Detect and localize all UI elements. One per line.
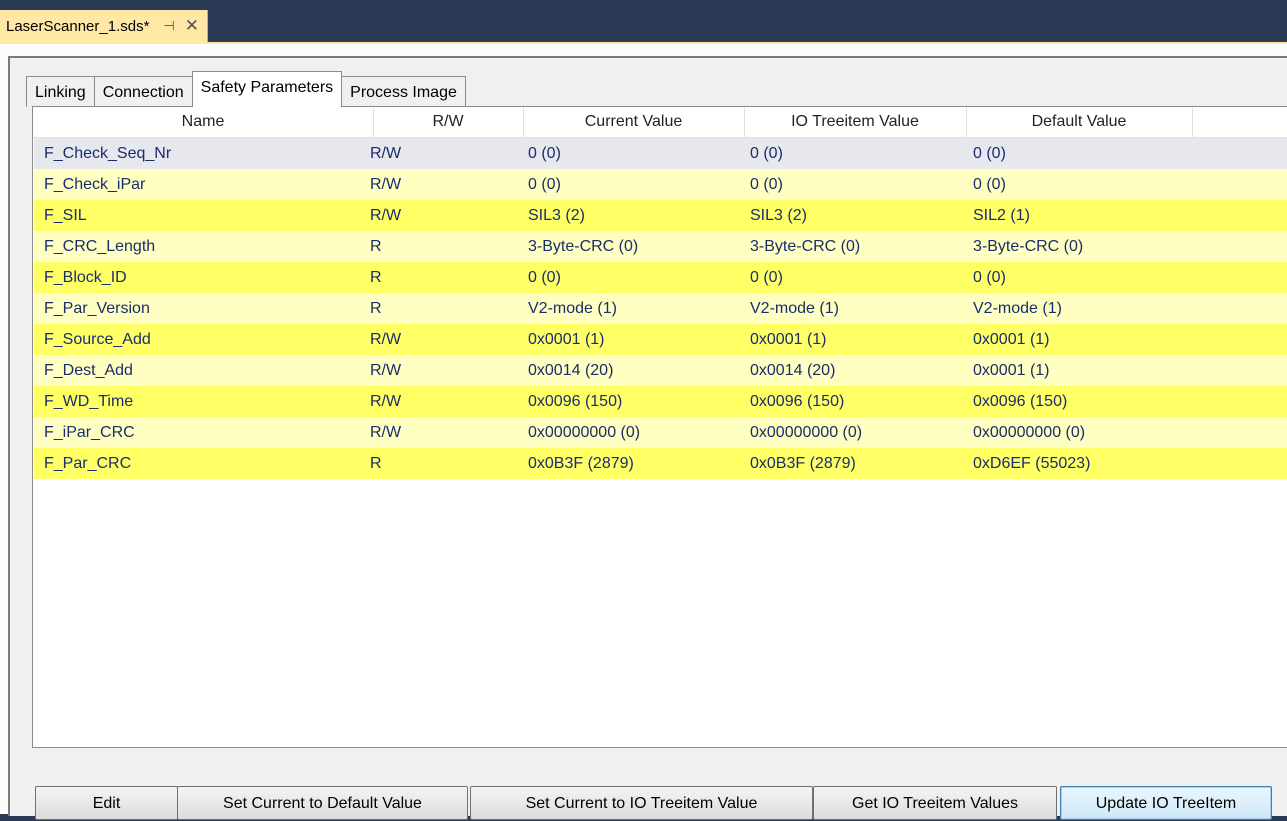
cell-current-value: SIL3 (2) <box>528 207 585 224</box>
edit-button[interactable]: Edit <box>35 786 178 820</box>
update-io-treeitem-button[interactable]: Update IO TreeItem <box>1060 786 1272 820</box>
tab-safety-parameters[interactable]: Safety Parameters <box>191 71 343 107</box>
table-row[interactable]: F_Source_Add R/W 0x0001 (1) 0x0001 (1) 0… <box>34 324 1287 355</box>
table-row[interactable]: F_Par_Version R V2-mode (1) V2-mode (1) … <box>34 293 1287 324</box>
table-row[interactable]: F_Dest_Add R/W 0x0014 (20) 0x0014 (20) 0… <box>34 355 1287 386</box>
cell-name: F_Par_CRC <box>44 455 132 472</box>
cell-default-value: 0x0096 (150) <box>973 393 1068 410</box>
cell-default-value: 0 (0) <box>973 269 1006 286</box>
cell-current-value: 0 (0) <box>528 269 561 286</box>
cell-rw: R/W <box>370 207 402 224</box>
cell-rw: R/W <box>370 145 402 162</box>
cell-current-value: 0 (0) <box>528 145 561 162</box>
cell-default-value: V2-mode (1) <box>973 300 1062 317</box>
cell-io-treeitem-value: SIL3 (2) <box>750 207 807 224</box>
pin-icon[interactable]: ⊣ <box>163 18 174 34</box>
tab-process-image[interactable]: Process Image <box>341 76 466 107</box>
cell-rw: R/W <box>370 176 402 193</box>
column-header-rw[interactable]: R/W <box>373 107 524 137</box>
cell-rw: R/W <box>370 362 402 379</box>
cell-default-value: 0xD6EF (55023) <box>973 455 1091 472</box>
cell-io-treeitem-value: 0x0014 (20) <box>750 362 836 379</box>
column-header-default-value[interactable]: Default Value <box>966 107 1193 137</box>
safety-parameters-list[interactable]: Name R/W Current Value IO Treeitem Value… <box>32 106 1287 748</box>
cell-current-value: 0 (0) <box>528 176 561 193</box>
cell-name: F_WD_Time <box>44 393 134 410</box>
cell-current-value: 0x0014 (20) <box>528 362 614 379</box>
list-header: Name R/W Current Value IO Treeitem Value… <box>33 107 1287 138</box>
document-tab[interactable]: LaserScanner_1.sds* ⊣ ✕ <box>0 10 209 42</box>
document-body: Linking Connection Safety Parameters Pro… <box>0 44 1287 820</box>
cell-rw: R <box>370 238 382 255</box>
cell-io-treeitem-value: V2-mode (1) <box>750 300 839 317</box>
table-row[interactable]: F_Block_ID R 0 (0) 0 (0) 0 (0) <box>34 262 1287 293</box>
cell-io-treeitem-value: 0x00000000 (0) <box>750 424 863 441</box>
cell-rw: R <box>370 269 382 286</box>
cell-current-value: 0x0B3F (2879) <box>528 455 634 472</box>
cell-default-value: 0x0001 (1) <box>973 362 1050 379</box>
cell-io-treeitem-value: 0 (0) <box>750 145 783 162</box>
cell-current-value: V2-mode (1) <box>528 300 617 317</box>
tab-bar: Linking Connection Safety Parameters Pro… <box>26 71 466 107</box>
column-header-current-value[interactable]: Current Value <box>523 107 745 137</box>
cell-name: F_iPar_CRC <box>44 424 135 441</box>
cell-rw: R <box>370 455 382 472</box>
column-header-name[interactable]: Name <box>33 107 374 137</box>
cell-default-value: 0 (0) <box>973 145 1006 162</box>
cell-current-value: 3-Byte-CRC (0) <box>528 238 639 255</box>
table-row[interactable]: F_Par_CRC R 0x0B3F (2879) 0x0B3F (2879) … <box>34 448 1287 479</box>
cell-name: F_Dest_Add <box>44 362 133 379</box>
cell-name: F_Check_Seq_Nr <box>44 145 172 162</box>
cell-name: F_SIL <box>44 207 87 224</box>
cell-current-value: 0x0001 (1) <box>528 331 605 348</box>
cell-default-value: 0x00000000 (0) <box>973 424 1086 441</box>
document-tab-strip: LaserScanner_1.sds* ⊣ ✕ <box>0 0 1287 42</box>
editor-frame: Linking Connection Safety Parameters Pro… <box>8 56 1287 820</box>
table-row[interactable]: F_CRC_Length R 3-Byte-CRC (0) 3-Byte-CRC… <box>34 231 1287 262</box>
cell-default-value: SIL2 (1) <box>973 207 1030 224</box>
cell-rw: R/W <box>370 393 402 410</box>
cell-name: F_Par_Version <box>44 300 150 317</box>
table-row[interactable]: F_WD_Time R/W 0x0096 (150) 0x0096 (150) … <box>34 386 1287 417</box>
table-row[interactable]: F_Check_iPar R/W 0 (0) 0 (0) 0 (0) <box>34 169 1287 200</box>
column-header-io-treeitem-value[interactable]: IO Treeitem Value <box>744 107 967 137</box>
document-tab-title: LaserScanner_1.sds* <box>6 17 150 35</box>
table-row[interactable]: F_SIL R/W SIL3 (2) SIL3 (2) SIL2 (1) <box>34 200 1287 231</box>
set-current-to-default-button[interactable]: Set Current to Default Value <box>177 786 468 820</box>
cell-name: F_CRC_Length <box>44 238 156 255</box>
table-row[interactable]: F_iPar_CRC R/W 0x00000000 (0) 0x00000000… <box>34 417 1287 448</box>
cell-default-value: 0 (0) <box>973 176 1006 193</box>
cell-name: F_Source_Add <box>44 331 151 348</box>
cell-name: F_Check_iPar <box>44 176 146 193</box>
cell-rw: R/W <box>370 331 402 348</box>
cell-current-value: 0x00000000 (0) <box>528 424 641 441</box>
tab-linking[interactable]: Linking <box>26 76 95 107</box>
cell-rw: R <box>370 300 382 317</box>
table-row[interactable]: F_Check_Seq_Nr R/W 0 (0) 0 (0) 0 (0) <box>34 138 1287 169</box>
cell-name: F_Block_ID <box>44 269 127 286</box>
cell-io-treeitem-value: 0 (0) <box>750 269 783 286</box>
tab-connection[interactable]: Connection <box>93 76 193 107</box>
cell-io-treeitem-value: 0x0096 (150) <box>750 393 845 410</box>
cell-io-treeitem-value: 0x0B3F (2879) <box>750 455 856 472</box>
cell-default-value: 0x0001 (1) <box>973 331 1050 348</box>
cell-rw: R/W <box>370 424 402 441</box>
cell-default-value: 3-Byte-CRC (0) <box>973 238 1084 255</box>
set-current-to-io-treeitem-button[interactable]: Set Current to IO Treeitem Value <box>470 786 813 820</box>
cell-io-treeitem-value: 3-Byte-CRC (0) <box>750 238 861 255</box>
close-icon[interactable]: ✕ <box>185 16 199 36</box>
cell-io-treeitem-value: 0 (0) <box>750 176 783 193</box>
cell-current-value: 0x0096 (150) <box>528 393 623 410</box>
get-io-treeitem-values-button[interactable]: Get IO Treeitem Values <box>813 786 1057 820</box>
cell-io-treeitem-value: 0x0001 (1) <box>750 331 827 348</box>
